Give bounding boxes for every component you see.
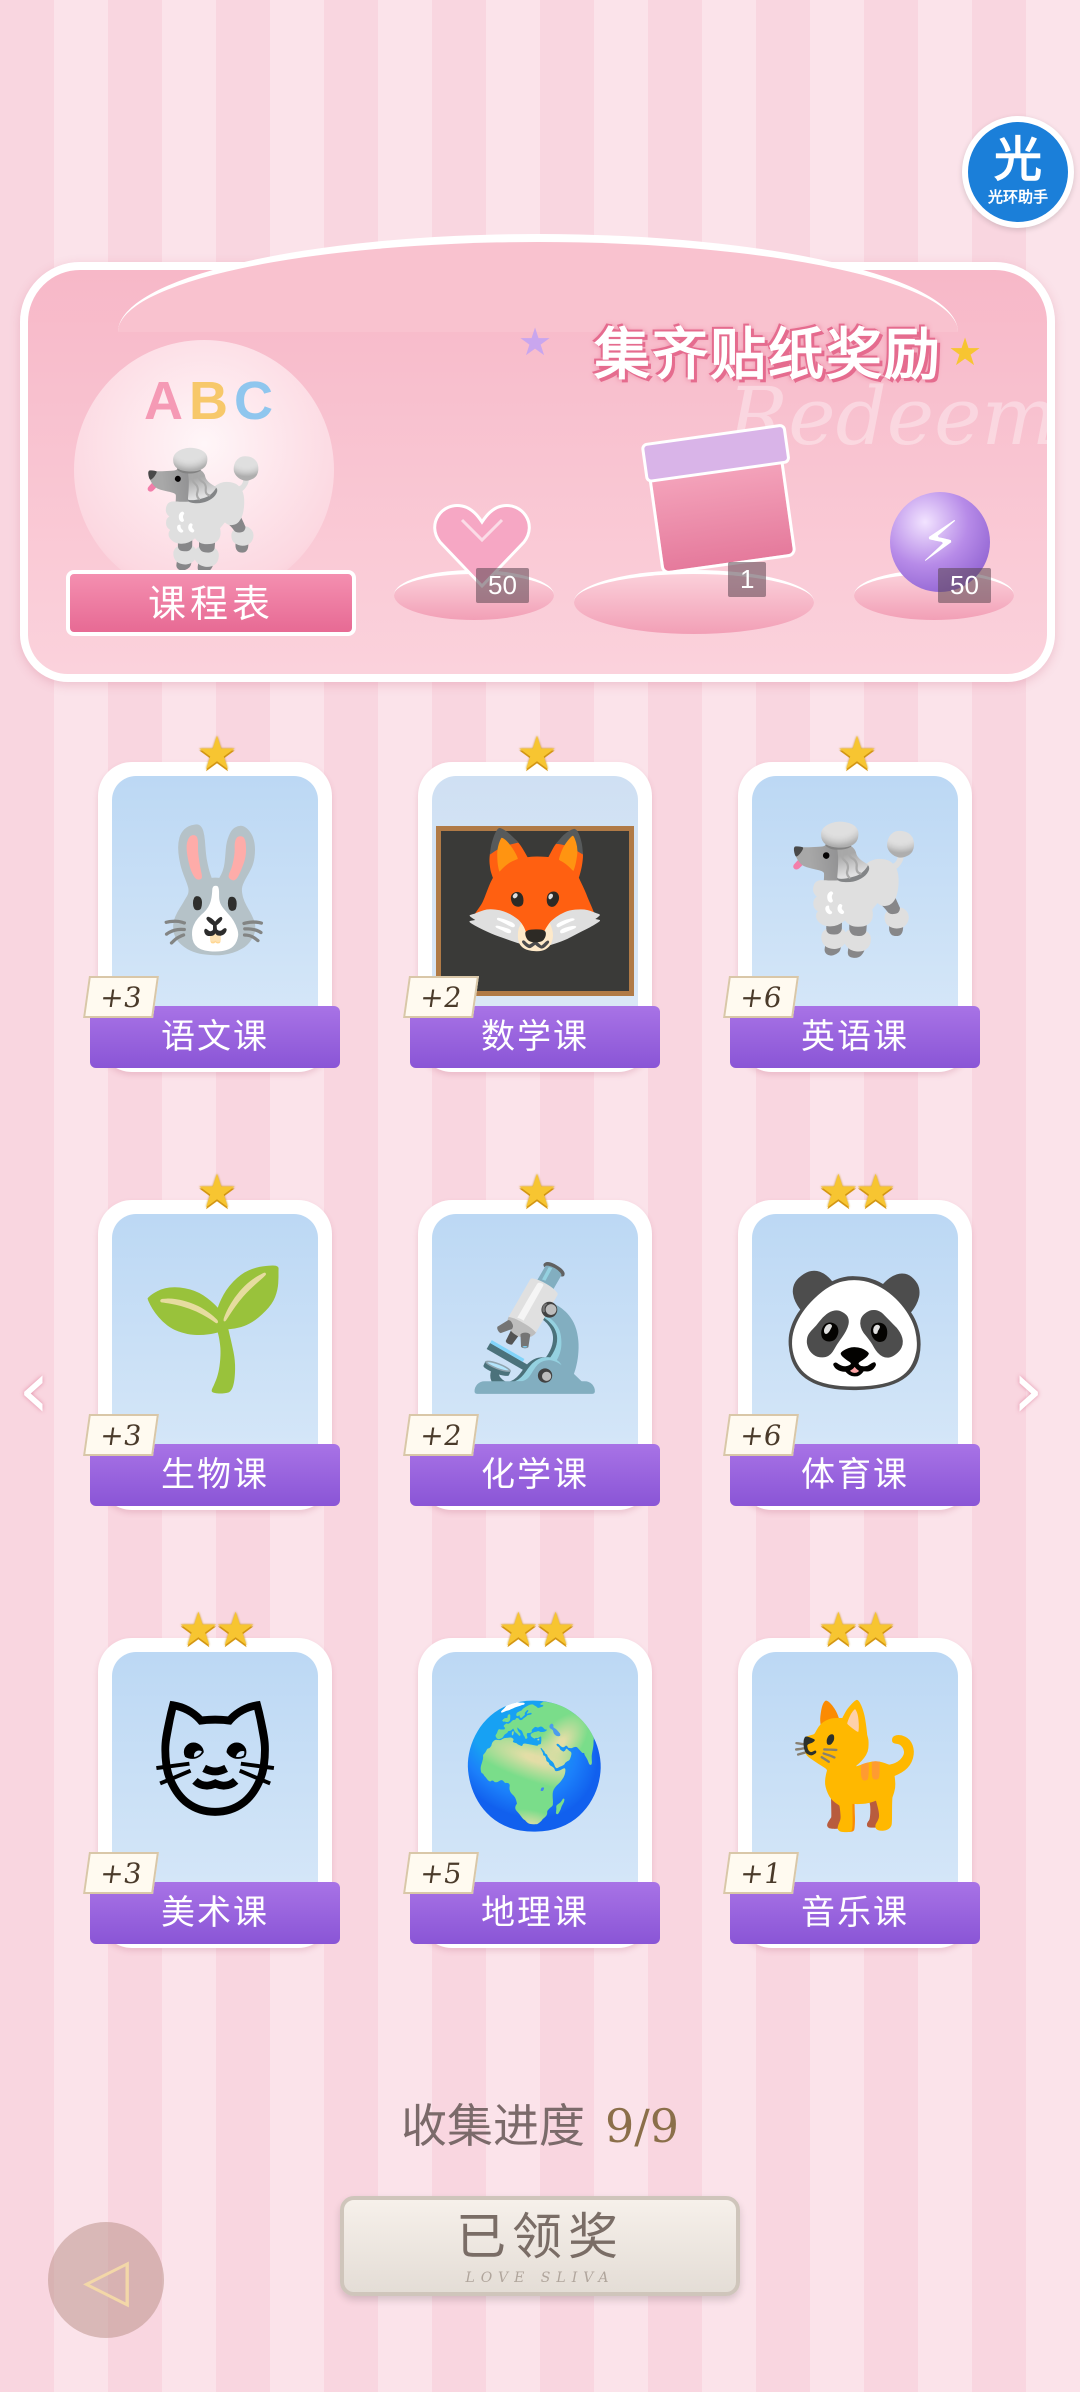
letter-c: C <box>234 371 279 431</box>
course-card-music[interactable]: 🐈 ★★ 音乐课 +1 <box>723 1602 980 1962</box>
assistant-logo-icon: 光 光环助手 <box>968 122 1068 222</box>
energy-orb-count: 50 <box>938 568 991 603</box>
schedule-label[interactable]: 课程表 <box>66 570 356 636</box>
course-card-english[interactable]: 🐩 ★ 英语课 +6 <box>723 726 980 1086</box>
progress-value: 9/9 <box>604 2099 680 2153</box>
claimed-button-subtitle: LOVE SLIVA <box>465 2270 615 2286</box>
letter-a: A <box>144 371 189 431</box>
star-rating-icon: ★ <box>516 1164 557 1218</box>
floating-back-button[interactable]: ◁ <box>48 2222 164 2338</box>
next-page-arrow-icon[interactable]: › <box>1012 1350 1044 1430</box>
prev-page-arrow-icon[interactable]: ‹ <box>18 1350 50 1430</box>
letter-b: B <box>189 371 234 431</box>
sticker-bonus-badge: +3 <box>83 1414 159 1456</box>
sticker-bonus-badge: +1 <box>723 1852 799 1894</box>
gift-box-icon[interactable] <box>640 423 797 575</box>
star-rating-icon: ★★ <box>497 1602 576 1656</box>
course-card-math[interactable]: 🦊 ★ 数学课 +2 <box>403 726 660 1086</box>
progress-label: 收集进度 <box>400 2100 585 2152</box>
sticker-bonus-badge: +5 <box>403 1852 479 1894</box>
course-card-chinese[interactable]: 🐰 ★ 语文课 +3 <box>83 726 340 1086</box>
assistant-glyph: 光 <box>993 132 1042 188</box>
star-rating-icon: ★ <box>836 726 877 780</box>
poodle-mascot-icon: 🐩 <box>135 446 273 574</box>
course-card-pe[interactable]: 🐼 ★★ 体育课 +6 <box>723 1164 980 1524</box>
course-card-chemistry[interactable]: 🔬 ★ 化学课 +2 <box>403 1164 660 1524</box>
banner-star-left-icon: ★ <box>518 322 553 364</box>
star-rating-icon: ★ <box>196 1164 237 1218</box>
gift-box-lid <box>640 423 791 484</box>
claimed-button-label: 已领奖 <box>456 2209 624 2265</box>
sticker-bonus-badge: +2 <box>403 1414 479 1456</box>
sticker-bonus-badge: +3 <box>83 1852 159 1894</box>
star-rating-icon: ★★ <box>817 1164 896 1218</box>
gift-box-count: 1 <box>728 562 767 597</box>
star-rating-icon: ★★ <box>817 1602 896 1656</box>
collection-progress: 收集进度 9/9 <box>0 2090 1080 2156</box>
star-rating-icon: ★★ <box>177 1602 256 1656</box>
star-rating-icon: ★ <box>516 726 557 780</box>
sticker-bonus-badge: +2 <box>403 976 479 1018</box>
course-card-geography[interactable]: 🌍 ★★ 地理课 +5 <box>403 1602 660 1962</box>
heart-gem-count: 50 <box>476 568 529 603</box>
assistant-label: 光环助手 <box>987 189 1048 206</box>
pedestal-gift <box>574 570 814 634</box>
assistant-badge[interactable]: 光 光环助手 <box>962 116 1074 228</box>
schedule-button[interactable]: ABC 🐩 <box>74 340 334 600</box>
course-card-art[interactable]: 🐱 ★★ 美术课 +3 <box>83 1602 340 1962</box>
course-card-biology[interactable]: 🌱 ★ 生物课 +3 <box>83 1164 340 1524</box>
sticker-bonus-badge: +3 <box>83 976 159 1018</box>
sticker-bonus-badge: +6 <box>723 976 799 1018</box>
abc-letters: ABC <box>144 370 279 432</box>
banner-title: 集齐贴纸奖励 <box>594 323 942 386</box>
back-arrow-icon: ◁ <box>82 2245 130 2315</box>
star-rating-icon: ★ <box>196 726 237 780</box>
claimed-button[interactable]: 已领奖 LOVE SLIVA <box>340 2196 740 2296</box>
sticker-bonus-badge: +6 <box>723 1414 799 1456</box>
sticker-reward-banner: Redeem ★ ★ 集齐贴纸奖励 ABC 🐩 课程表 50 1 ⚡ 50 <box>20 234 1057 682</box>
